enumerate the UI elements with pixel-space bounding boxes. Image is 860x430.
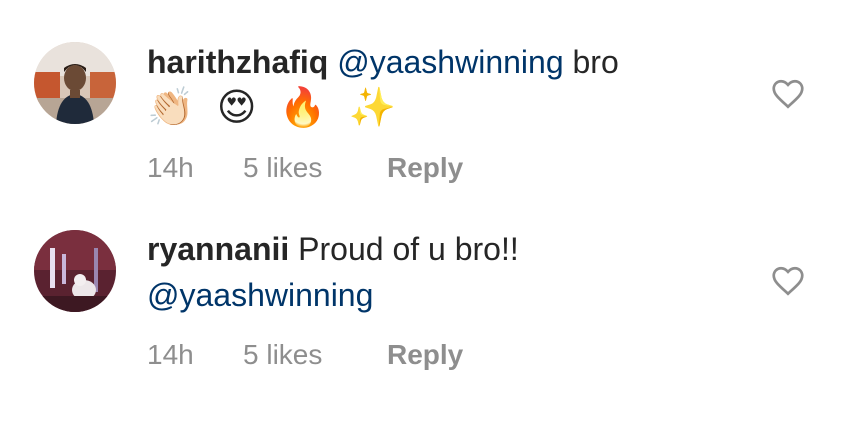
- avatar[interactable]: [34, 230, 116, 312]
- comment-username[interactable]: ryannanii: [147, 231, 289, 267]
- likes-link[interactable]: 5 likes: [243, 152, 322, 184]
- avatar[interactable]: [34, 42, 116, 124]
- reply-button[interactable]: Reply: [387, 339, 463, 371]
- heart-icon[interactable]: [770, 76, 806, 112]
- comment-time: 14h: [147, 339, 194, 370]
- comment-mention-link[interactable]: @yaashwinning: [337, 44, 563, 80]
- comment-username[interactable]: harithzhafiq: [147, 44, 328, 80]
- emoji-row: 👏🏻 😍 🔥 ✨: [147, 87, 403, 129]
- avatar-photo: [34, 42, 116, 124]
- likes-link[interactable]: 5 likes: [243, 339, 322, 371]
- comment-text: ryannanii Proud of u bro!! @yaashwinning: [147, 227, 519, 317]
- comment-text: harithzhafiq @yaashwinning bro: [147, 40, 619, 84]
- comment-mention-link[interactable]: @yaashwinning: [147, 277, 373, 313]
- comment-body: bro: [563, 44, 619, 80]
- comment-2: ryannanii Proud of u bro!! @yaashwinning…: [0, 215, 860, 430]
- comment-1: harithzhafiq @yaashwinning bro 👏🏻 😍 🔥 ✨ …: [0, 0, 860, 215]
- avatar-photo: [34, 230, 116, 312]
- comment-body: Proud of u bro!!: [289, 231, 519, 267]
- reply-button[interactable]: Reply: [387, 152, 463, 184]
- heart-icon[interactable]: [770, 263, 806, 299]
- comment-time: 14h: [147, 152, 194, 183]
